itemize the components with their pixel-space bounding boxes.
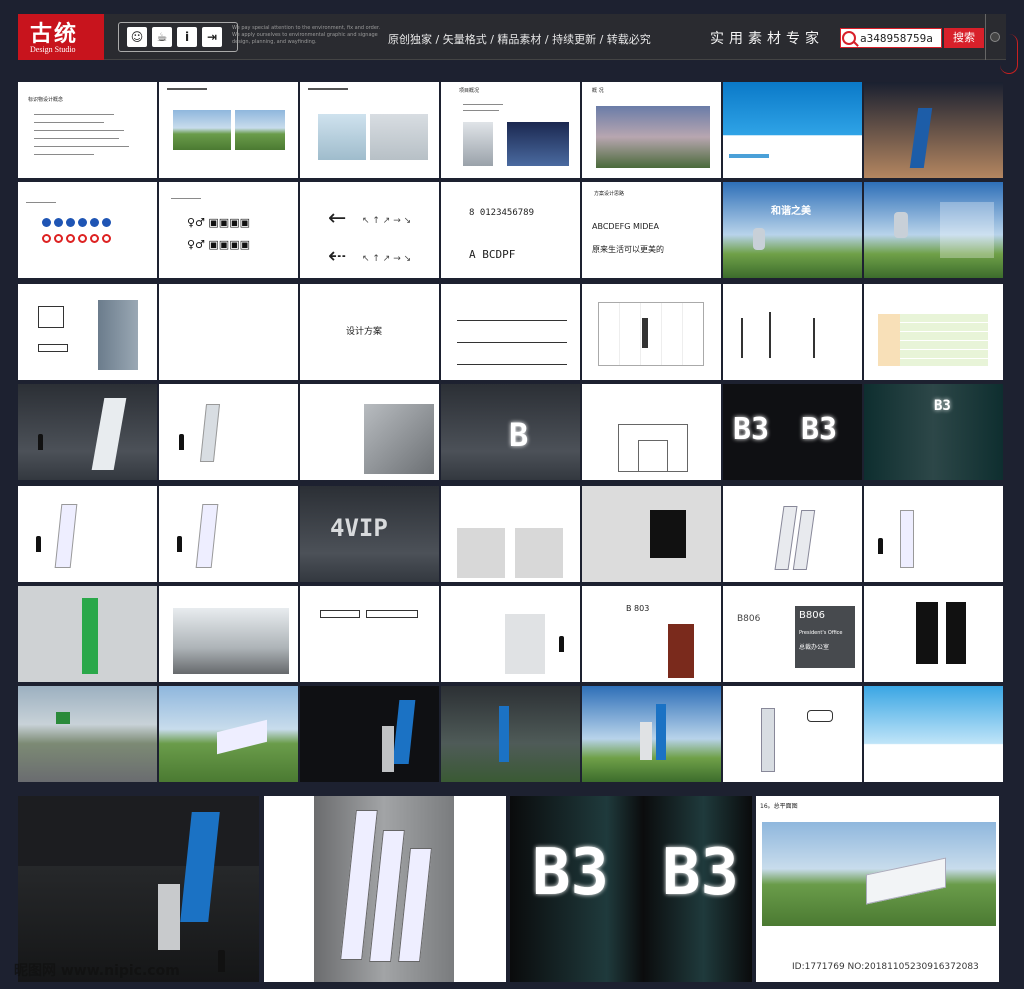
slogan-sample: 原来生活可以更美的 <box>592 245 664 254</box>
pictogram-icon-group: ☺ ☕ i ⇥ <box>118 22 238 52</box>
b3-large: B3 <box>532 836 610 910</box>
thumbnail-cover-end[interactable] <box>864 686 1003 782</box>
watermark-left: 昵图网 www.nipic.com <box>14 963 180 979</box>
search-button[interactable]: 搜索 <box>944 28 984 48</box>
logo-english: Design Studio <box>30 45 76 54</box>
preview-site-plan[interactable]: 16。总平面图 <box>756 796 999 982</box>
president-label: President's Office <box>799 630 843 636</box>
thumbnail-sign-spec-3[interactable] <box>864 486 1003 582</box>
intro-text: We pay special attention to the environm… <box>232 25 381 45</box>
thumbnail-entrance-drawing[interactable] <box>582 384 721 480</box>
thumb-title: 项目概况 <box>459 88 480 94</box>
thumb-title: 概 况 <box>592 88 604 94</box>
cup-icon: ☕ <box>152 27 172 47</box>
thumbnail-b3-lights[interactable]: B3 B3 <box>723 384 862 480</box>
thumbnail-robot-sign[interactable] <box>864 182 1003 278</box>
thumbnail-lawn-sign[interactable] <box>159 686 298 782</box>
font-sample: ABCDEFG MIDEA <box>592 222 659 231</box>
thumbnail-wall-sign[interactable] <box>441 586 580 682</box>
thumb-title: 方案设计思路 <box>594 191 625 197</box>
b3-sign-alt: B3 <box>801 412 838 447</box>
logo-chinese: 古统 <box>30 21 79 47</box>
expert-title: 实用素材专家 <box>710 31 824 47</box>
search-input[interactable]: a348958759a <box>840 28 942 48</box>
info-icon: i <box>177 27 197 47</box>
thumbnail-sign-figure[interactable] <box>159 384 298 480</box>
thumb-title: 和谐之美 <box>771 206 811 217</box>
thumbnail-drawing-2[interactable] <box>582 284 721 380</box>
thumbnail-overview-aerial[interactable]: 概 况 <box>582 82 721 178</box>
thumbnail-project-overview[interactable]: 项目概况 <box>441 82 580 178</box>
thumbnail-president-office[interactable]: B806 B806 President's Office 总裁办公室 <box>723 586 862 682</box>
thumbnail-elevator-doors[interactable] <box>441 486 580 582</box>
b-sign: B <box>509 416 529 454</box>
thumbnail-pictograms[interactable]: ♀♂ ▣▣▣▣ ♀♂ ▣▣▣▣ <box>159 182 298 278</box>
thumbnail-drawing-3[interactable] <box>723 284 862 380</box>
b3-sign: B3 <box>733 412 770 447</box>
alpha-sample: A BCDPF <box>469 248 516 261</box>
thumbnail-garage[interactable] <box>159 586 298 682</box>
thumbnail-interior-photos[interactable] <box>300 82 439 178</box>
preview-night-pylon[interactable] <box>18 796 259 982</box>
thumbnail-site-photos[interactable] <box>159 82 298 178</box>
thumbnail-walker-sign[interactable] <box>18 384 157 480</box>
thumbnail-tilted-signs[interactable] <box>723 486 862 582</box>
person-icon: ☺ <box>127 27 147 47</box>
thumbnail-cover-blue[interactable] <box>723 82 862 178</box>
thumbnail-day-pylon[interactable] <box>582 686 721 782</box>
thumbnail-sign-spec-2[interactable] <box>159 486 298 582</box>
thumb-title: 标识物设计概念 <box>28 97 64 103</box>
thumbnail-blank[interactable] <box>159 284 298 380</box>
preview-wall-signs[interactable] <box>264 796 506 982</box>
thumbnail-design-concept[interactable]: 标识物设计概念 <box>18 82 157 178</box>
thumbnail-traffic-signs[interactable] <box>18 182 157 278</box>
thumbnail-b3-facade[interactable]: B3 <box>864 384 1003 480</box>
search-icon <box>842 31 856 45</box>
watermark-right: ID:1771769 NO:20181105230916372083 <box>792 962 979 972</box>
thumbnail-night-pylon[interactable] <box>300 686 439 782</box>
search-value: a348958759a <box>860 32 933 45</box>
thumbnail-ceiling-sign[interactable] <box>300 586 439 682</box>
thumbnail-parking-plan[interactable] <box>18 586 157 682</box>
digit-sample: 8 0123456789 <box>469 208 535 218</box>
thumbnail-dot-font[interactable]: 8 0123456789 A BCDPF <box>441 182 580 278</box>
thumbnail-room-sign[interactable]: B 803 <box>582 586 721 682</box>
thumbnail-dusk-pylon[interactable] <box>441 686 580 782</box>
thumbnail-night-sign[interactable] <box>864 82 1003 178</box>
b806-dark: B806 <box>799 610 825 621</box>
thumbnail-drawing-1[interactable] <box>441 284 580 380</box>
thumbnail-pylon-plan[interactable] <box>723 686 862 782</box>
exit-icon: ⇥ <box>202 27 222 47</box>
thumbnail-typeface[interactable]: 方案设计思路 ABCDEFG MIDEA 原来生活可以更美的 <box>582 182 721 278</box>
thumbnail-section-title[interactable]: 设计方案 <box>300 284 439 380</box>
b803-sign: B 803 <box>626 604 650 613</box>
red-cord <box>1000 34 1018 74</box>
thumbnail-sign-elevation[interactable] <box>18 284 157 380</box>
thumbnail-black-signs[interactable] <box>864 586 1003 682</box>
studio-logo: 古统 Design Studio <box>18 14 104 60</box>
section-title: 设计方案 <box>346 327 383 337</box>
b3-small: B3 <box>934 398 951 414</box>
thumbnail-table[interactable] <box>864 284 1003 380</box>
thumbnail-harmony-robot[interactable]: 和谐之美 <box>723 182 862 278</box>
president-label-cn: 总裁办公室 <box>799 644 830 651</box>
thumbnail-vip-3d[interactable]: 4VIP <box>300 486 439 582</box>
preview-b3-lights[interactable]: B3 B3 <box>510 796 752 982</box>
thumbnail-big-b[interactable]: B <box>441 384 580 480</box>
thumbnail-sign-spec-1[interactable] <box>18 486 157 582</box>
thumbnail-escalator[interactable] <box>300 384 439 480</box>
slogan: 原创独家 / 矢量格式 / 精品素材 / 持续更新 / 转载必究 <box>388 33 651 46</box>
top-banner: 古统 Design Studio ☺ ☕ i ⇥ We pay special … <box>18 14 1006 60</box>
thumbnail-doorway[interactable] <box>582 486 721 582</box>
b806-light: B806 <box>737 614 761 624</box>
section-title: 16。总平面图 <box>760 803 798 810</box>
vip-sign: 4VIP <box>330 514 388 542</box>
thumbnail-arrows[interactable]: ← ↖ ↑ ↗ → ↘ ⇠ ↖ ↑ ↗ → ↘ <box>300 182 439 278</box>
b3-large-alt: B3 <box>662 836 740 910</box>
thumbnail-highway[interactable] <box>18 686 157 782</box>
